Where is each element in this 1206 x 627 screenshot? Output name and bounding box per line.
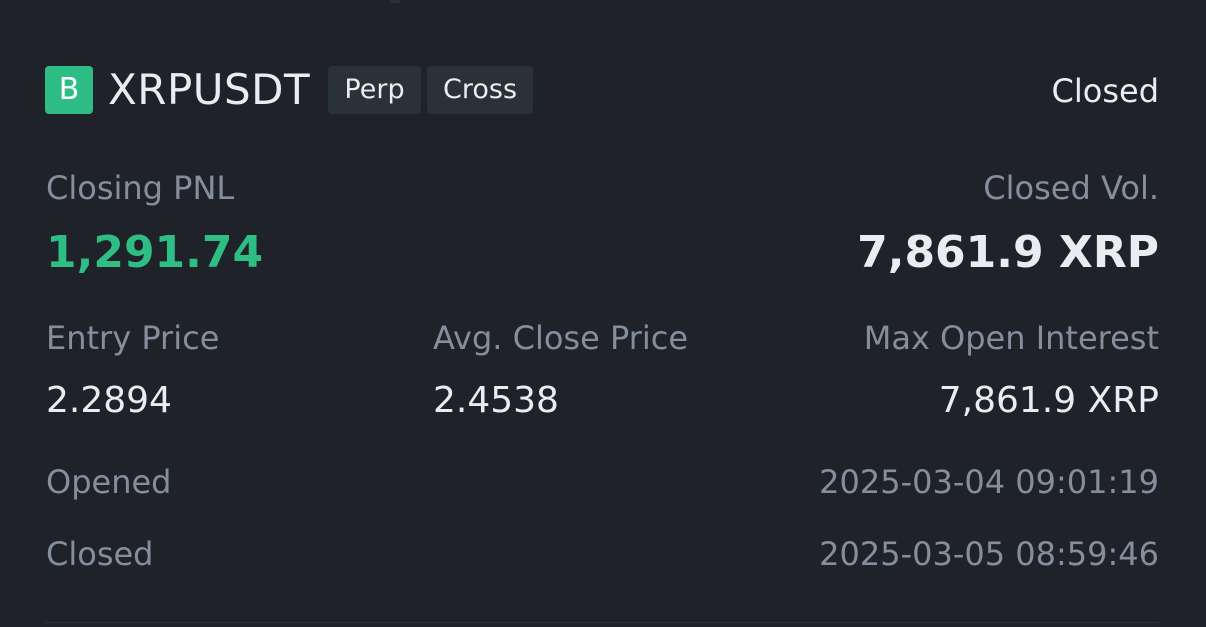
position-status: Closed <box>1051 72 1159 110</box>
position-history-card[interactable]: B XRPUSDT Perp Cross Closed Closing PNL … <box>0 0 1206 627</box>
max-open-interest-value: 7,861.9 XRP <box>938 380 1159 421</box>
entry-price-label: Entry Price <box>46 319 220 357</box>
top-divider <box>390 0 400 3</box>
closed-time: 2025-03-05 08:59:46 <box>819 535 1159 573</box>
entry-price-value: 2.2894 <box>46 380 172 421</box>
max-open-interest-label: Max Open Interest <box>863 319 1159 357</box>
avg-close-price-label: Avg. Close Price <box>433 319 689 357</box>
opened-time: 2025-03-04 09:01:19 <box>819 463 1159 501</box>
closed-vol-label: Closed Vol. <box>983 169 1159 207</box>
bottom-divider <box>45 622 1159 623</box>
contract-type-tag: Perp <box>328 66 421 114</box>
avg-close-price-value: 2.4538 <box>433 380 559 421</box>
closing-pnl-label: Closing PNL <box>46 169 235 207</box>
closing-pnl-value: 1,291.74 <box>46 227 264 278</box>
closed-label: Closed <box>46 535 154 573</box>
symbol-title: XRPUSDT <box>108 65 311 114</box>
buy-side-badge: B <box>45 66 93 114</box>
opened-label: Opened <box>46 463 172 501</box>
margin-mode-tag: Cross <box>427 66 533 114</box>
closed-vol-value: 7,861.9 XRP <box>857 227 1159 278</box>
